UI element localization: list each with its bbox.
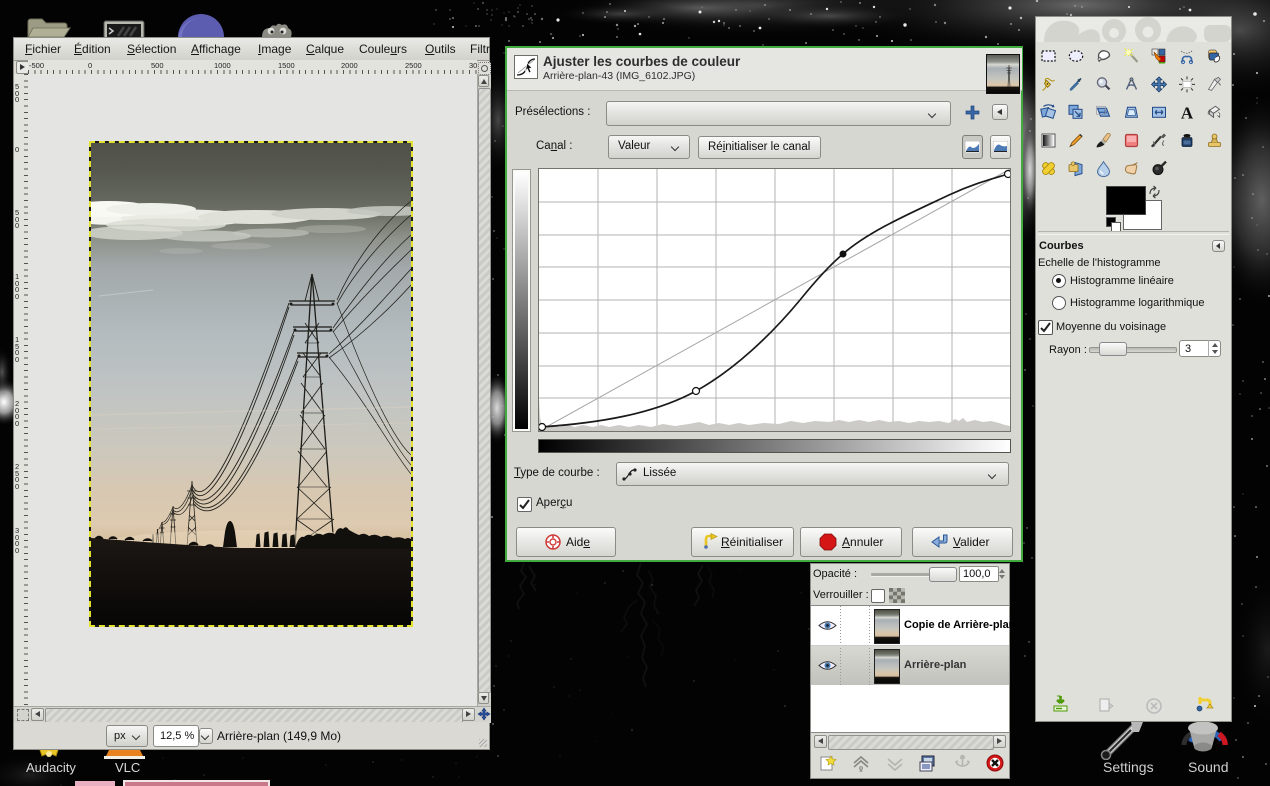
svg-text:A: A (1181, 103, 1194, 122)
